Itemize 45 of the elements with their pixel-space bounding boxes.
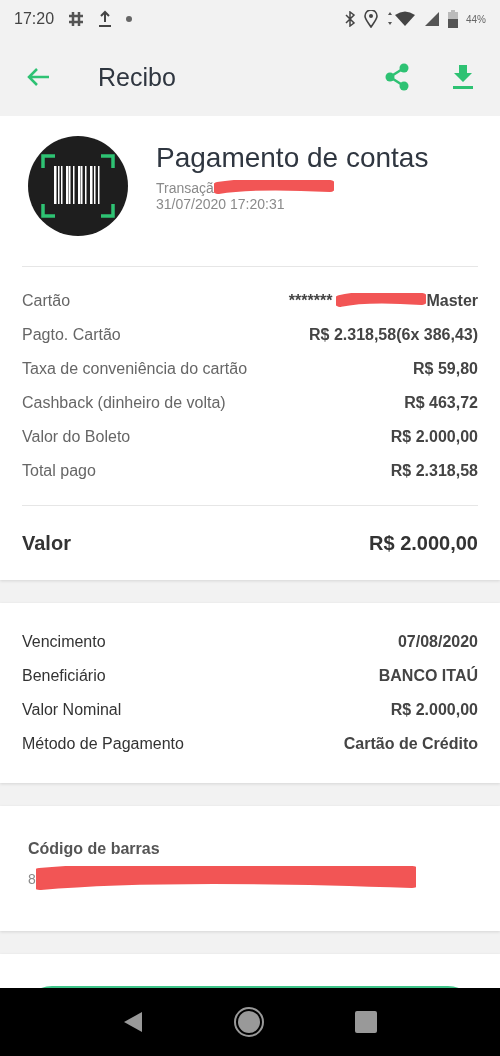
payment-title: Pagamento de contas [156,142,429,174]
row-value: ******* [288,292,333,310]
dot-icon [126,16,133,22]
detail-label: Beneficiário [22,667,106,685]
wifi-icon [386,11,416,27]
detail-value: 07/08/2020 [397,633,478,651]
row-value: R$ 59,80 [413,360,478,378]
upload-icon [98,10,113,28]
bluetooth-icon [344,11,356,27]
back-nav-icon[interactable] [123,1011,143,1033]
card-brand: Master [426,292,478,310]
detail-label: Valor Nominal [22,701,122,719]
battery-percentage: 44% [466,13,486,25]
detail-label: Método de Pagamento [22,735,184,753]
row-value: R$ 2.318,58 [390,462,478,480]
total-value: R$ 2.000,00 [369,531,478,555]
detail-value: Cartão de Crédito [343,735,478,753]
row-label: Cartão [22,292,71,310]
home-nav-icon[interactable] [233,1006,265,1038]
location-icon [364,10,378,28]
row-label: Valor do Boleto [22,428,131,446]
barcode-label: Código de barras [28,840,161,858]
row-value: R$ 463,72 [404,394,478,412]
detail-value: R$ 2.000,00 [390,701,478,719]
row-label: Total pago [22,462,96,480]
transaction-datetime: 31/07/2020 17:20:31 [156,196,286,212]
row-value: R$ 2.000,00 [390,428,478,446]
row-label: Cashback (dinheiro de volta) [22,394,226,412]
battery-icon [448,10,458,28]
total-label: Valor [22,531,71,555]
recents-nav-icon[interactable] [355,1011,377,1033]
download-icon[interactable] [452,64,474,90]
row-label: Taxa de conveniência do cartão [22,360,248,378]
status-time: 17:20 [14,10,55,28]
detail-value: BANCO ITAÚ [378,667,478,685]
transaction-label: Transaçã [156,180,214,196]
back-arrow-icon[interactable] [26,67,50,87]
barcode-number: 8 [28,871,36,887]
signal-icon [424,11,440,27]
barcode-scan-icon [28,136,128,236]
row-value: R$ 2.318,58(6x 386,43) [309,326,478,344]
row-label: Pagto. Cartão [22,326,121,344]
share-icon[interactable] [384,63,410,91]
page-title: Recibo [98,62,177,92]
detail-label: Vencimento [22,633,106,651]
